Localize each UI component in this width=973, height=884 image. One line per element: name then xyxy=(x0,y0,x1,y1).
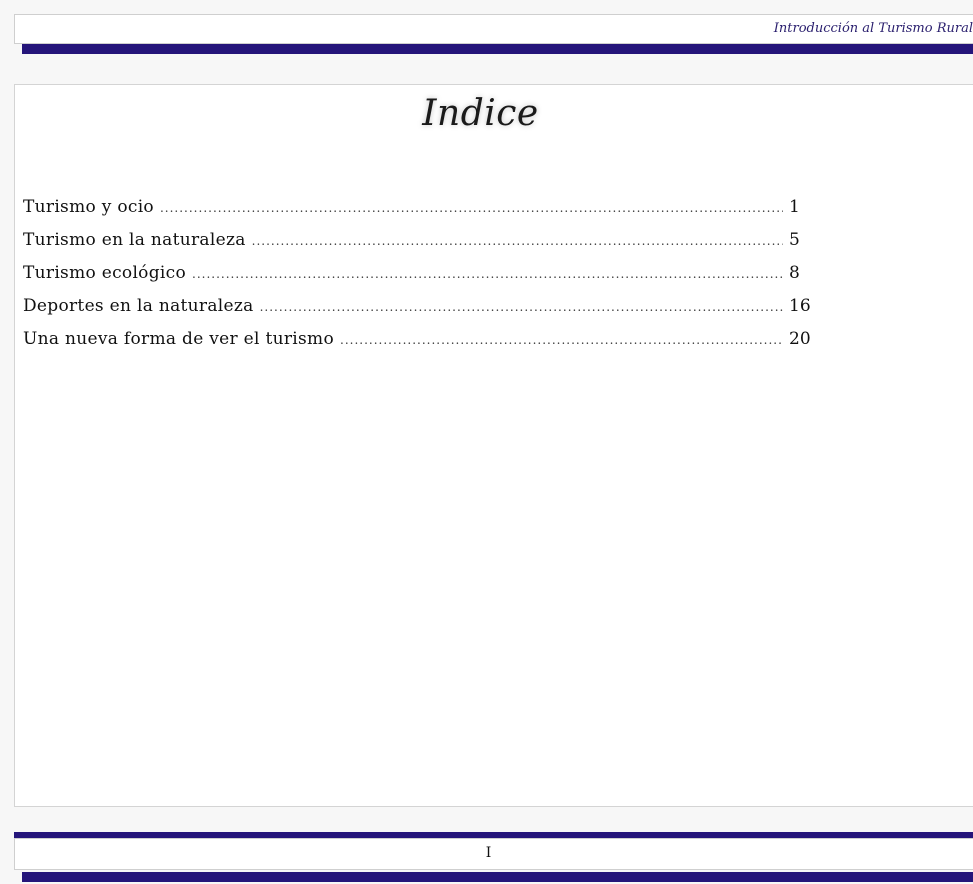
toc-leader-dots: ........................................… xyxy=(251,234,783,248)
running-title: Introducción al Turismo Rural xyxy=(773,21,973,36)
toc-entry[interactable]: Turismo ecológico ......................… xyxy=(23,263,823,296)
content-frame: Indice Turismo y ocio ..................… xyxy=(14,84,973,807)
toc-entry-label: Turismo y ocio xyxy=(23,197,154,217)
toc-entry-page: 5 xyxy=(789,230,800,250)
toc-entry-page: 8 xyxy=(789,263,800,283)
header-rule xyxy=(22,44,973,54)
toc-entry-label: Turismo en la naturaleza xyxy=(23,230,246,250)
toc-entry[interactable]: Turismo en la naturaleza ...............… xyxy=(23,230,823,263)
toc-entry-label: Turismo ecológico xyxy=(23,263,186,283)
page-header: Introducción al Turismo Rural xyxy=(14,14,973,44)
toc-entry-label: Una nueva forma de ver el turismo xyxy=(23,329,334,349)
toc-entry-page: 20 xyxy=(789,329,811,349)
toc-entry[interactable]: Turismo y ocio .........................… xyxy=(23,197,823,230)
toc-entry-label: Deportes en la naturaleza xyxy=(23,296,254,316)
toc-entry[interactable]: Una nueva forma de ver el turismo ......… xyxy=(23,329,823,362)
toc-entry-page: 16 xyxy=(789,296,811,316)
page-footer: I xyxy=(14,838,973,870)
toc-entry-page: 1 xyxy=(789,197,800,217)
footer-rule-bottom xyxy=(22,872,973,882)
toc-leader-dots: ........................................… xyxy=(259,300,783,314)
toc-leader-dots: ........................................… xyxy=(192,267,783,281)
footer-page-number: I xyxy=(485,845,492,861)
toc-entry[interactable]: Deportes en la naturaleza ..............… xyxy=(23,296,823,329)
page-title: Indice xyxy=(422,93,539,134)
toc-leader-dots: ........................................… xyxy=(340,333,783,347)
toc-leader-dots: ........................................… xyxy=(159,201,783,215)
document-page: Introducción al Turismo Rural Indice Tur… xyxy=(0,0,973,884)
table-of-contents: Turismo y ocio .........................… xyxy=(23,197,823,362)
